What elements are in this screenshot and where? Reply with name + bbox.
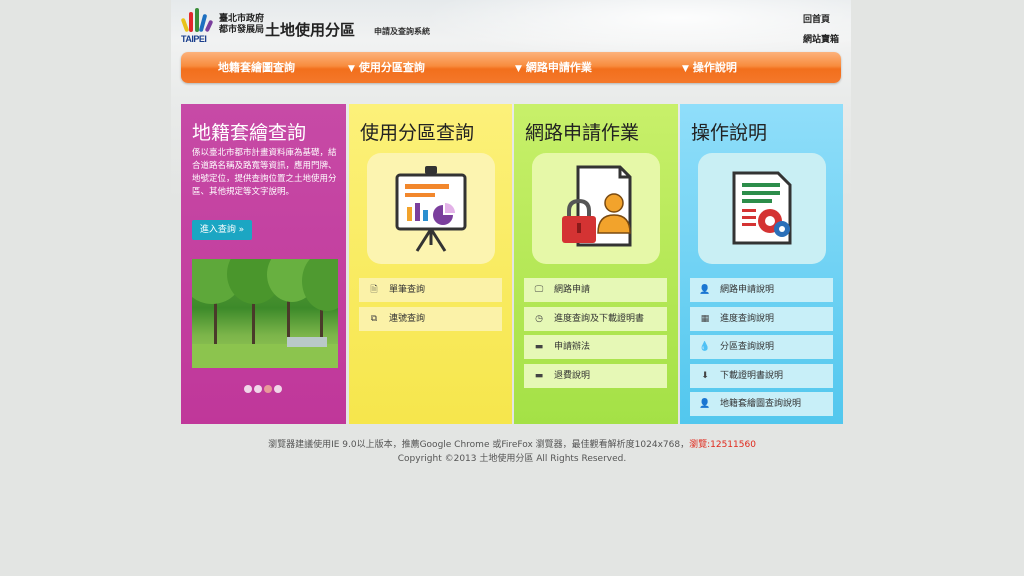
clock-icon: ◷: [535, 313, 543, 324]
settings-document-icon: [698, 153, 826, 264]
nav-item-cadastral[interactable]: 地籍套繪圖查詢: [218, 52, 295, 83]
menu-item-serial-query[interactable]: ⧉ 連號查詢: [359, 306, 502, 331]
carousel-dot[interactable]: [254, 385, 262, 393]
comment-icon: ▬: [534, 370, 544, 381]
caret-down-icon: ▼: [682, 64, 689, 74]
online-apply-menu: 🖵 網路申請 ◷ 進度查詢及下載證明書 ▬ 申請辦法 ▬ 退費說明: [524, 278, 667, 392]
presentation-board-icon: [367, 153, 495, 264]
menu-item-single-query[interactable]: 🗎 單筆查詢: [359, 278, 502, 302]
home-link[interactable]: 回首頁: [803, 10, 839, 30]
column-cadastral: 地籍套繪查詢 係以臺北市都市計畫資料庫為基礎，結合道路名稱及路寬等資訊，應用門牌…: [181, 104, 346, 424]
site-header: TAIPEI 臺北市政府 都市發展局 土地使用分區 申請及查詢系統: [180, 0, 841, 48]
column-title: 使用分區查詢: [360, 122, 475, 144]
calendar-icon: ▦: [700, 313, 710, 324]
column-description: 係以臺北市都市計畫資料庫為基礎，結合道路名稱及路寬等資訊，應用門牌、地號定位，提…: [192, 148, 337, 197]
document-icon: 🗎: [370, 285, 378, 295]
menu-item-progress-help[interactable]: ▦ 進度查詢說明: [690, 306, 833, 331]
nav-item-help[interactable]: ▼ 操作說明: [682, 52, 737, 83]
carousel-dot[interactable]: [274, 385, 282, 393]
column-help: 操作說明 👤 網路申請說明 ▦ 進度查詢說明 💧 分區查詢說明 ⬇ 下載證明書說…: [680, 104, 843, 424]
main-nav: 地籍套繪圖查詢 ▼ 使用分區查詢 ▼ 網路申請作業 ▼ 操作說明: [181, 52, 841, 83]
menu-item-refund[interactable]: ▬ 退費說明: [524, 363, 667, 388]
carousel-dot[interactable]: [264, 385, 272, 393]
caret-down-icon: ▼: [515, 64, 522, 74]
menu-item-cadastral-help[interactable]: 👤 地籍套繪圖查詢說明: [690, 392, 833, 416]
column-title: 操作說明: [691, 122, 768, 144]
caret-down-icon: ▼: [348, 64, 355, 74]
enter-query-button[interactable]: 進入查詢 »: [192, 220, 252, 240]
column-title: 網路申請作業: [525, 122, 640, 144]
help-menu: 👤 網路申請說明 ▦ 進度查詢說明 💧 分區查詢說明 ⬇ 下載證明書說明 👤 地籍套繪圖查…: [690, 278, 833, 421]
menu-item-zoning-help[interactable]: 💧 分區查詢說明: [690, 335, 833, 359]
column-zoning: 使用分區查詢 🗎 單筆查詢 ⧉ 連號查詢: [349, 104, 512, 424]
menu-item-download-help[interactable]: ⬇ 下載證明書說明: [690, 363, 833, 388]
copyright: Copyright ©2013 土地使用分區 All Rights Reserv…: [397, 454, 627, 464]
feature-columns: 地籍套繪查詢 係以臺北市都市計畫資料庫為基礎，結合道路名稱及路寬等資訊，應用門牌…: [181, 104, 843, 424]
menu-item-apply-rules[interactable]: ▬ 申請辦法: [524, 335, 667, 359]
visit-counter: 瀏覽:12511560: [689, 440, 756, 450]
comment-icon: ▬: [534, 342, 544, 352]
site-box-link[interactable]: 網站寶箱: [803, 30, 839, 50]
park-photo: [192, 259, 338, 368]
top-links: 回首頁 網站寶箱: [803, 10, 839, 50]
column-title: 地籍套繪查詢: [192, 122, 307, 144]
menu-item-online-apply[interactable]: 🖵 網路申請: [524, 278, 667, 302]
drop-icon: 💧: [699, 342, 711, 352]
copy-icon: ⧉: [370, 313, 378, 324]
gov-name: 臺北市政府 都市發展局: [219, 14, 265, 35]
logo-text: TAIPEI: [181, 34, 207, 44]
taipei-logo-icon[interactable]: TAIPEI: [180, 4, 217, 44]
menu-item-apply-help[interactable]: 👤 網路申請說明: [690, 278, 833, 302]
secure-document-icon: [532, 153, 660, 264]
zoning-menu: 🗎 單筆查詢 ⧉ 連號查詢: [359, 278, 502, 335]
column-online-apply: 網路申請作業 🖵 網路申請 ◷ 進度查詢及下載證明書 ▬ 申請辦法 ▬ 退費說明: [514, 104, 678, 424]
monitor-icon: 🖵: [534, 285, 544, 295]
site-title: 土地使用分區: [265, 21, 356, 39]
site-footer: 瀏覽器建議使用IE 9.0以上版本，推薦Google Chrome 或FireF…: [181, 438, 843, 466]
carousel-dots: [244, 378, 284, 397]
download-icon: ⬇: [701, 370, 709, 381]
carousel-dot[interactable]: [244, 385, 252, 393]
nav-item-zoning[interactable]: ▼ 使用分區查詢: [348, 52, 425, 83]
user-icon: 👤: [699, 285, 711, 295]
browser-notice: 瀏覽器建議使用IE 9.0以上版本，推薦Google Chrome 或FireF…: [268, 440, 756, 450]
user-icon: 👤: [699, 399, 711, 409]
site-subtitle: 申請及查詢系統: [374, 27, 430, 36]
menu-item-progress-download[interactable]: ◷ 進度查詢及下載證明書: [524, 306, 667, 331]
nav-item-online-apply[interactable]: ▼ 網路申請作業: [515, 52, 592, 83]
